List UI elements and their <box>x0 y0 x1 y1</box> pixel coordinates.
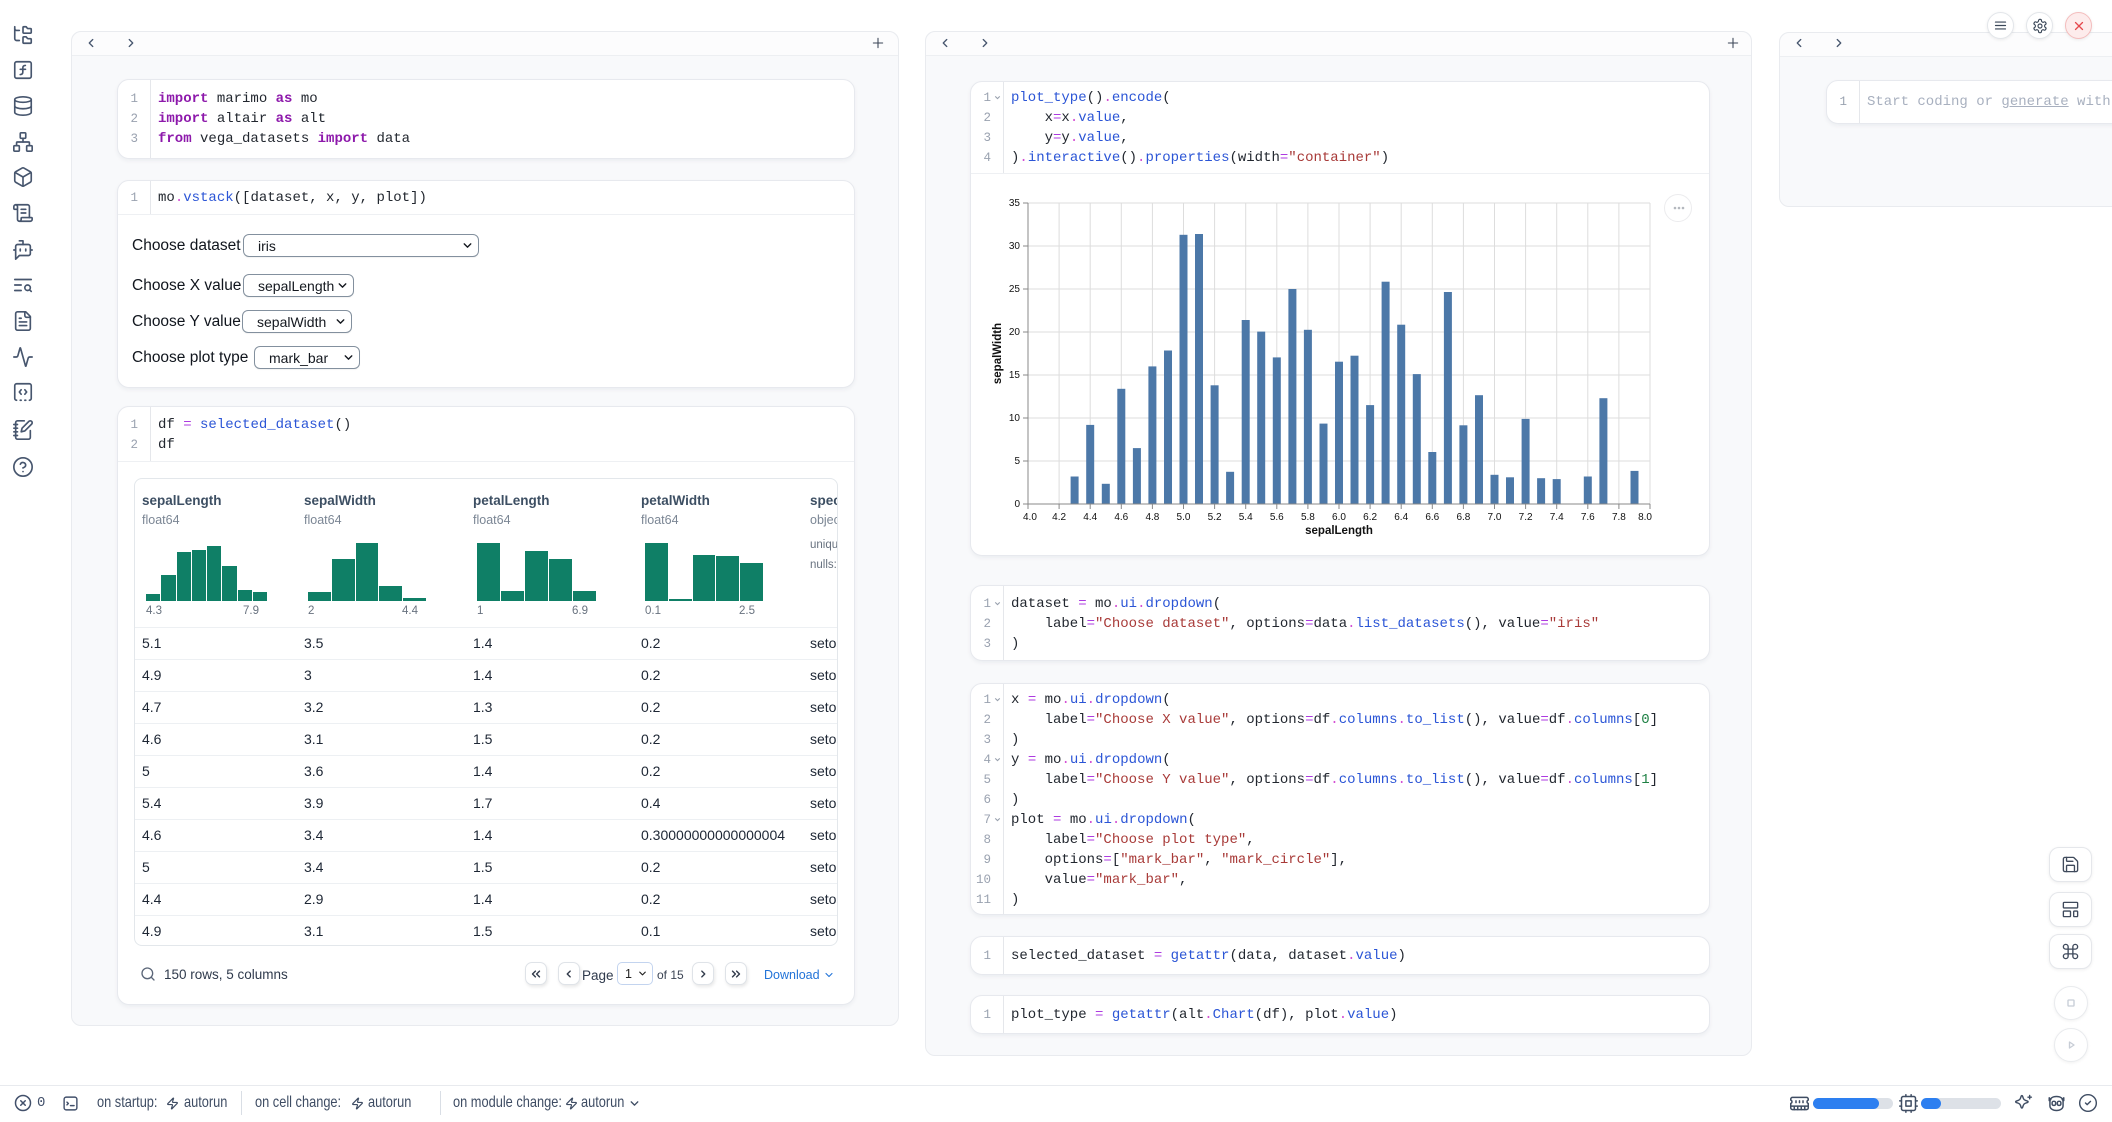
svg-text:35: 35 <box>1009 198 1021 209</box>
svg-text:4.0: 4.0 <box>1023 512 1037 523</box>
svg-text:5.6: 5.6 <box>1270 512 1284 523</box>
svg-text:7.8: 7.8 <box>1612 512 1626 523</box>
svg-text:5.0: 5.0 <box>1177 512 1191 523</box>
svg-text:7.4: 7.4 <box>1550 512 1564 523</box>
svg-text:4.6: 4.6 <box>1114 512 1128 523</box>
svg-text:25: 25 <box>1009 284 1021 295</box>
svg-text:7.2: 7.2 <box>1519 512 1533 523</box>
svg-text:5: 5 <box>1014 456 1020 467</box>
svg-text:5.4: 5.4 <box>1239 512 1253 523</box>
svg-text:sepalLength: sepalLength <box>1305 525 1373 537</box>
svg-text:0: 0 <box>1014 499 1020 510</box>
svg-text:5.8: 5.8 <box>1301 512 1315 523</box>
svg-text:20: 20 <box>1009 327 1021 338</box>
svg-text:15: 15 <box>1009 370 1021 381</box>
svg-text:30: 30 <box>1009 241 1021 252</box>
svg-text:6.2: 6.2 <box>1363 512 1377 523</box>
svg-text:6.8: 6.8 <box>1456 512 1470 523</box>
svg-text:6.4: 6.4 <box>1394 512 1408 523</box>
svg-text:4.4: 4.4 <box>1083 512 1097 523</box>
svg-text:10: 10 <box>1009 413 1021 424</box>
svg-text:6.0: 6.0 <box>1332 512 1346 523</box>
svg-text:7.6: 7.6 <box>1581 512 1595 523</box>
svg-text:7.0: 7.0 <box>1488 512 1502 523</box>
svg-text:4.8: 4.8 <box>1145 512 1159 523</box>
svg-text:5.2: 5.2 <box>1208 512 1222 523</box>
svg-text:sepalWidth: sepalWidth <box>992 323 1004 384</box>
svg-text:8.0: 8.0 <box>1638 512 1652 523</box>
svg-text:6.6: 6.6 <box>1425 512 1439 523</box>
svg-text:4.2: 4.2 <box>1052 512 1066 523</box>
